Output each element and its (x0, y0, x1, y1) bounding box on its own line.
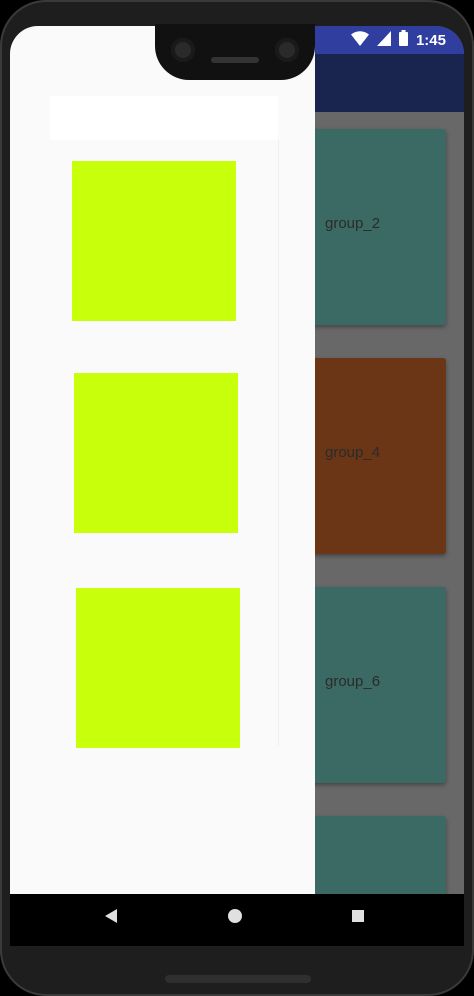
group-label: group_4 (325, 444, 381, 461)
drawer-tile-2[interactable] (74, 373, 238, 533)
status-right: 1:45 (350, 30, 446, 50)
back-icon[interactable] (104, 908, 118, 928)
cell-signal-icon (376, 30, 391, 50)
group-label: group_2 (325, 215, 381, 232)
screen: 1:45 group_2 group_4 group_6 (10, 26, 464, 894)
home-icon[interactable] (227, 908, 243, 928)
recents-icon[interactable] (351, 908, 365, 927)
system-nav-bar (10, 894, 464, 946)
drawer-tile-1[interactable] (72, 161, 236, 321)
navigation-drawer[interactable] (10, 26, 315, 894)
status-time: 1:45 (415, 31, 446, 49)
drawer-divider (278, 140, 279, 746)
bottom-speaker-grille (165, 975, 311, 983)
drawer-tile-3[interactable] (76, 588, 240, 748)
phone-frame: 1:45 group_2 group_4 group_6 (0, 0, 474, 996)
battery-icon (398, 30, 408, 50)
group-label: group_6 (325, 673, 381, 690)
wifi-icon (350, 30, 369, 50)
front-camera-icon (171, 38, 195, 62)
camera-notch (155, 24, 315, 80)
front-sensor-icon (275, 38, 299, 62)
drawer-header (50, 96, 278, 140)
earpiece-speaker (211, 57, 259, 63)
